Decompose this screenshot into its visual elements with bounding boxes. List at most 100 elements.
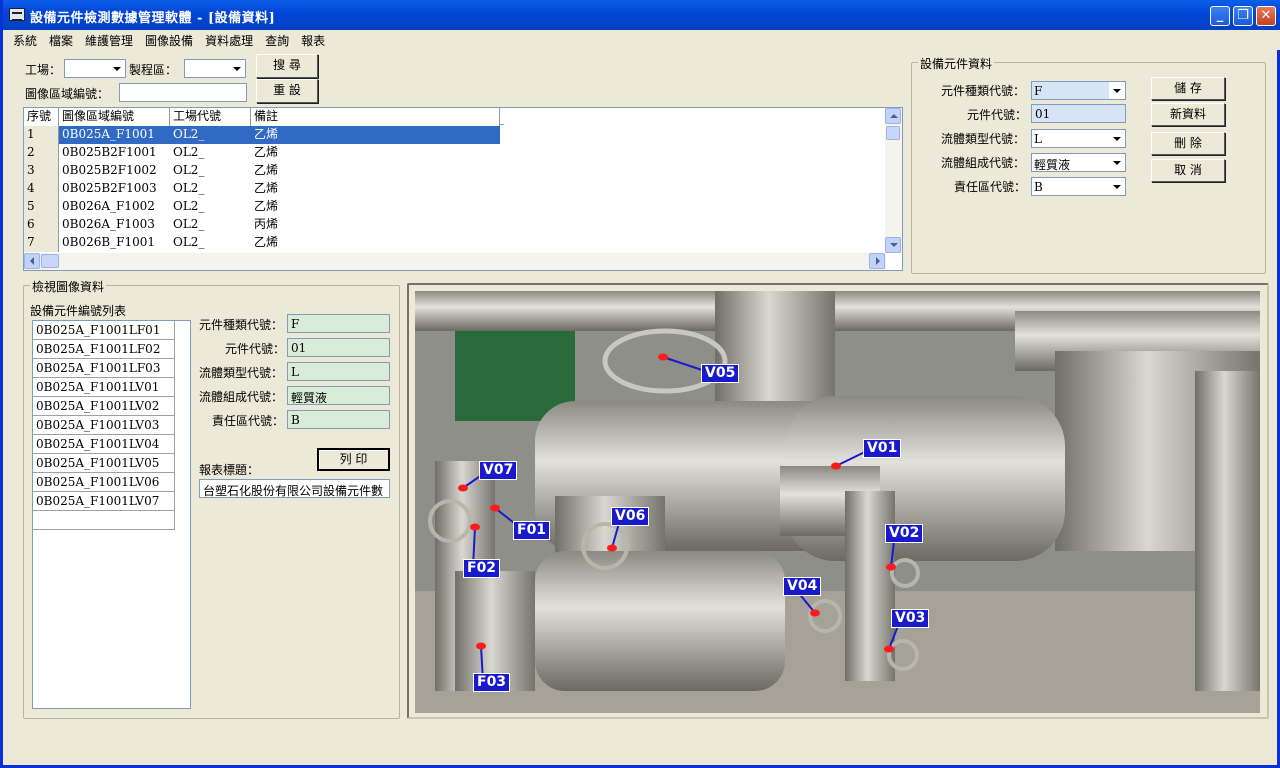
table-cell: OL2_ (173, 145, 205, 159)
eq-fluid-type-label: 流體類型代號： (941, 132, 1026, 146)
scroll-right-icon[interactable] (869, 253, 885, 269)
component-tag-v06[interactable]: V06 (611, 507, 650, 526)
component-tag-v07[interactable]: V07 (479, 461, 518, 480)
save-button[interactable]: 儲 存 (1151, 77, 1225, 100)
eq-type-combo[interactable]: F (1031, 81, 1126, 100)
minimize-icon[interactable]: _ (1210, 6, 1230, 26)
menu-file[interactable]: 檔案 (43, 30, 79, 49)
reset-button[interactable]: 重 設 (256, 79, 318, 103)
menu-data-processing[interactable]: 資料處理 (199, 30, 259, 49)
table-row[interactable]: 4 0B025B2F1003 OL2_ 乙烯 (24, 180, 500, 198)
list-item[interactable]: 0B025A_F1001LV01 (33, 378, 175, 397)
component-tag-v01[interactable]: V01 (863, 439, 902, 458)
restore-icon[interactable]: ❐ (1233, 6, 1253, 26)
table-cell: 6 (24, 216, 59, 234)
component-marker (810, 609, 820, 617)
chevron-down-icon[interactable] (1109, 82, 1125, 99)
table-row[interactable]: 6 0B026A_F1003 OL2_ 丙烯 (24, 216, 500, 234)
table-cell: 3 (24, 162, 59, 180)
scroll-thumb[interactable] (41, 254, 59, 268)
table-cell: OL2_ (173, 217, 205, 231)
viewer-fluid-comp-label: 流體組成代號： (199, 390, 284, 404)
chevron-down-icon[interactable] (1109, 130, 1125, 147)
image-area-input[interactable] (119, 83, 247, 102)
close-icon[interactable]: ✕ (1256, 6, 1276, 26)
list-item[interactable]: 0B025A_F1001LF03 (33, 359, 175, 378)
component-tag-v02[interactable]: V02 (885, 524, 924, 543)
list-item[interactable]: 0B025A_F1001LV07 (33, 492, 175, 511)
component-tag-v05[interactable]: V05 (701, 364, 740, 383)
report-title-label: 報表標題： (199, 463, 260, 477)
component-marker (884, 645, 894, 653)
component-list[interactable]: 0B025A_F1001LF01 0B025A_F1001LF02 0B025A_F… (32, 320, 191, 709)
factory-combo[interactable] (64, 59, 126, 78)
title-bar[interactable]: 設備元件檢測數據管理軟體 - [設備資料] _ ❐ ✕ (3, 0, 1280, 30)
chevron-down-icon[interactable] (109, 60, 125, 77)
image-area-grid[interactable]: 序號 圖像區域編號 工場代號 備註 1 0B025A_F1001 OL2_ 乙烯 2 0B… (23, 107, 903, 271)
table-cell: 乙烯 (254, 163, 279, 177)
list-item[interactable]: 0B025A_F1001LV05 (33, 454, 175, 473)
grid-horizontal-scrollbar[interactable] (24, 253, 886, 270)
table-row[interactable]: 5 0B026A_F1002 OL2_ 乙烯 (24, 198, 500, 216)
column-header-factory[interactable]: 工場代號 (170, 108, 251, 126)
search-button[interactable]: 搜 尋 (256, 54, 318, 78)
factory-label: 工場： (25, 63, 62, 77)
app-icon[interactable] (9, 8, 25, 21)
component-tag-v03[interactable]: V03 (891, 609, 930, 628)
scroll-down-icon[interactable] (885, 237, 901, 253)
viewer-type-field: F (287, 314, 390, 333)
list-item[interactable]: 0B025A_F1001LV02 (33, 397, 175, 416)
component-tag-f02[interactable]: F02 (463, 559, 501, 578)
scroll-left-icon[interactable] (24, 253, 40, 269)
cancel-button[interactable]: 取 消 (1151, 159, 1225, 182)
chevron-down-icon[interactable] (1109, 178, 1125, 195)
main-window: 設備元件檢測數據管理軟體 - [設備資料] _ ❐ ✕ 系統 檔案 維護管理 圖像設備… (0, 0, 1280, 768)
menu-query[interactable]: 查詢 (259, 30, 295, 49)
table-cell: 4 (24, 180, 59, 198)
menu-report[interactable]: 報表 (295, 30, 331, 49)
component-tag-v04[interactable]: V04 (783, 577, 822, 596)
eq-fluid-type-combo[interactable]: L (1031, 129, 1126, 148)
list-item[interactable]: 0B025A_F1001LF01 (33, 321, 175, 340)
delete-button[interactable]: 刪 除 (1151, 132, 1225, 155)
menu-image-equipment[interactable]: 圖像設備 (139, 30, 199, 49)
column-header-seq[interactable]: 序號 (24, 108, 59, 126)
menu-maintenance[interactable]: 維護管理 (79, 30, 139, 49)
equipment-photo[interactable]: V05 V01 V07 F01 V06 V02 F02 V04 V03 F03 (415, 291, 1260, 713)
report-title-input[interactable]: 台塑石化股份有限公司設備元件數 (199, 479, 390, 498)
eq-fluid-comp-combo[interactable]: 輕質液 (1031, 153, 1126, 172)
menu-bar: 系統 檔案 維護管理 圖像設備 資料處理 查詢 報表 (6, 30, 1280, 50)
table-row[interactable]: 7 0B026B_F1001 OL2_ 乙烯 (24, 234, 500, 252)
table-cell: 乙烯 (254, 199, 279, 213)
grid-header: 序號 圖像區域編號 工場代號 備註 (24, 108, 504, 126)
list-item[interactable] (33, 511, 175, 530)
viewer-code-label: 元件代號： (225, 342, 286, 356)
table-cell: OL2_ (173, 199, 205, 213)
process-combo[interactable] (184, 59, 246, 78)
column-header-image-area[interactable]: 圖像區域編號 (59, 108, 170, 126)
component-marker (470, 523, 480, 531)
table-cell: OL2_ (173, 127, 205, 141)
scroll-thumb[interactable] (886, 126, 900, 140)
eq-resp-combo[interactable]: B (1031, 177, 1126, 196)
list-item[interactable]: 0B025A_F1001LF02 (33, 340, 175, 359)
column-header-note[interactable]: 備註 (251, 108, 500, 126)
print-button[interactable]: 列 印 (317, 448, 390, 471)
grid-vertical-scrollbar[interactable] (885, 108, 902, 253)
chevron-down-icon[interactable] (229, 60, 245, 77)
table-row[interactable]: 2 0B025B2F1001 OL2_ 乙烯 (24, 144, 500, 162)
component-tag-f03[interactable]: F03 (473, 673, 511, 692)
table-row[interactable]: 1 0B025A_F1001 OL2_ 乙烯 (24, 126, 500, 144)
chevron-down-icon[interactable] (1109, 154, 1125, 171)
list-item[interactable]: 0B025A_F1001LV03 (33, 416, 175, 435)
component-marker (607, 544, 617, 552)
list-item[interactable]: 0B025A_F1001LV04 (33, 435, 175, 454)
table-row[interactable]: 3 0B025B2F1002 OL2_ 乙烯 (24, 162, 500, 180)
viewer-fluid-type-field: L (287, 362, 390, 381)
scroll-up-icon[interactable] (885, 108, 901, 124)
component-tag-f01[interactable]: F01 (513, 521, 551, 540)
menu-system[interactable]: 系統 (6, 30, 43, 49)
new-record-button[interactable]: 新資料 (1151, 103, 1225, 126)
list-item[interactable]: 0B025A_F1001LV06 (33, 473, 175, 492)
eq-code-input[interactable]: 01 (1031, 104, 1126, 123)
